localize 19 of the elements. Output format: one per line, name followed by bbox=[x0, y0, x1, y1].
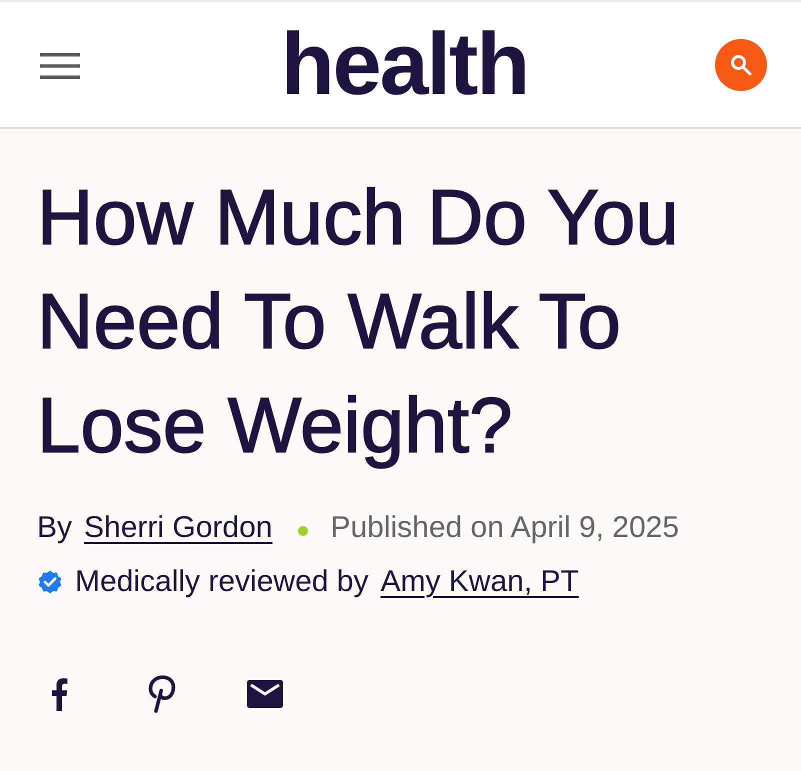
publish-date: Published on April 9, 2025 bbox=[330, 511, 680, 545]
facebook-icon bbox=[50, 677, 68, 711]
email-icon bbox=[247, 680, 283, 708]
search-icon bbox=[729, 52, 753, 76]
pinterest-share-button[interactable] bbox=[147, 675, 177, 713]
search-button[interactable] bbox=[715, 38, 767, 90]
facebook-share-button[interactable] bbox=[50, 677, 68, 711]
author-link[interactable]: Sherri Gordon bbox=[84, 511, 272, 545]
separator-dot-icon bbox=[298, 526, 308, 536]
menu-icon bbox=[40, 52, 80, 78]
article-title: How Much Do You Need To Walk To Lose Weight? bbox=[37, 172, 680, 471]
pinterest-icon bbox=[147, 675, 177, 713]
email-share-button[interactable] bbox=[247, 680, 283, 708]
verified-badge-icon bbox=[37, 569, 63, 595]
menu-button[interactable] bbox=[40, 52, 80, 78]
site-logo[interactable]: health bbox=[280, 20, 528, 108]
review-label: Medically reviewed by bbox=[75, 565, 368, 599]
reviewer-link[interactable]: Amy Kwan, PT bbox=[380, 565, 579, 599]
byline-prefix: By bbox=[37, 511, 72, 545]
